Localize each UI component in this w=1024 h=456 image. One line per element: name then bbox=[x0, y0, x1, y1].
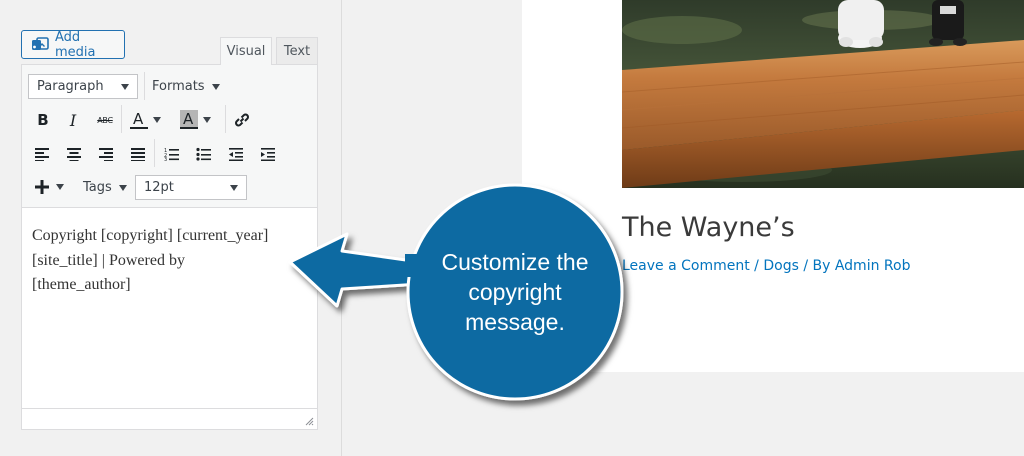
content-line: [site_title] | Powered by bbox=[32, 251, 185, 269]
bulleted-list-icon bbox=[196, 147, 211, 161]
font-size-value: 12pt bbox=[144, 180, 174, 195]
plus-icon bbox=[35, 180, 49, 194]
chevron-down-icon bbox=[203, 117, 211, 123]
content-line: Copyright [copyright] [current_year] bbox=[32, 227, 269, 244]
meta-separator: / bbox=[754, 258, 759, 274]
link-icon bbox=[235, 113, 249, 127]
add-media-label: Add media bbox=[55, 29, 96, 60]
chevron-down-icon bbox=[230, 185, 238, 191]
chevron-down-icon bbox=[118, 184, 127, 191]
background-color-icon: A bbox=[180, 110, 198, 129]
tags-menu-button[interactable]: Tags bbox=[83, 175, 127, 200]
toolbar-divider bbox=[225, 105, 226, 133]
background-color-button[interactable]: A bbox=[177, 108, 201, 132]
featured-image bbox=[622, 0, 1024, 188]
justify-icon bbox=[131, 148, 145, 161]
formats-label: Formats bbox=[152, 79, 205, 94]
strikethrough-icon: ABC bbox=[97, 115, 113, 125]
editor-toolbar: Paragraph Formats B I ABC A A 1 2 3 Tags… bbox=[22, 65, 317, 208]
justify-button[interactable] bbox=[126, 142, 150, 166]
leave-comment-link[interactable]: Leave a Comment bbox=[622, 258, 750, 274]
toolbar-divider bbox=[144, 72, 145, 100]
italic-button[interactable]: I bbox=[61, 108, 85, 132]
align-center-button[interactable] bbox=[62, 142, 86, 166]
numbered-list-button[interactable]: 1 2 3 bbox=[160, 142, 184, 166]
chevron-down-icon bbox=[56, 184, 64, 190]
svg-text:3: 3 bbox=[164, 157, 167, 161]
numbered-list-icon: 1 2 3 bbox=[164, 148, 179, 161]
tab-text[interactable]: Text bbox=[276, 37, 318, 65]
font-size-select[interactable]: 12pt bbox=[135, 175, 247, 200]
align-left-button[interactable] bbox=[30, 142, 54, 166]
chevron-down-icon bbox=[211, 83, 220, 90]
align-right-button[interactable] bbox=[94, 142, 118, 166]
align-center-icon bbox=[67, 148, 81, 161]
media-icon bbox=[31, 36, 49, 53]
bulleted-list-button[interactable] bbox=[192, 142, 216, 166]
resize-handle-icon[interactable] bbox=[304, 416, 314, 426]
outdent-button[interactable] bbox=[224, 142, 248, 166]
author-link[interactable]: By Admin Rob bbox=[813, 258, 911, 274]
post-meta: Leave a Comment / Dogs / By Admin Rob bbox=[622, 258, 910, 274]
tab-visual[interactable]: Visual bbox=[220, 37, 272, 65]
editor-panel: Add media Visual Text Paragraph Formats … bbox=[0, 0, 342, 456]
tags-label: Tags bbox=[83, 180, 112, 195]
strikethrough-button[interactable]: ABC bbox=[93, 108, 117, 132]
meta-separator: / bbox=[803, 258, 809, 274]
callout-line: Customize the bbox=[441, 249, 589, 275]
callout-text: Customize the copyright message. bbox=[425, 247, 605, 337]
content-line: [theme_author] bbox=[32, 276, 131, 293]
callout-line: message. bbox=[465, 309, 565, 335]
bold-button[interactable]: B bbox=[31, 108, 55, 132]
indent-icon bbox=[261, 148, 275, 161]
tinymce-editor: Paragraph Formats B I ABC A A 1 2 3 Tags… bbox=[21, 64, 318, 430]
post-title[interactable]: The Wayne’s bbox=[622, 212, 795, 243]
editor-content[interactable]: Copyright [copyright] [current_year] [si… bbox=[22, 209, 317, 408]
category-link[interactable]: Dogs bbox=[763, 258, 799, 274]
text-color-button[interactable]: A bbox=[127, 108, 151, 132]
align-left-icon bbox=[35, 148, 49, 161]
toolbar-divider bbox=[121, 105, 122, 133]
background-color-dropdown[interactable] bbox=[200, 108, 214, 132]
insert-dropdown[interactable] bbox=[53, 175, 67, 199]
svg-text:A: A bbox=[183, 110, 194, 128]
chevron-down-icon bbox=[121, 84, 129, 90]
align-right-icon bbox=[99, 148, 113, 161]
block-format-value: Paragraph bbox=[37, 79, 104, 94]
indent-button[interactable] bbox=[256, 142, 280, 166]
text-color-icon: A bbox=[130, 110, 148, 129]
add-media-button[interactable]: Add media bbox=[21, 29, 125, 60]
insert-button[interactable] bbox=[30, 175, 54, 199]
editor-statusbar bbox=[22, 408, 317, 429]
formats-menu-button[interactable]: Formats bbox=[152, 74, 220, 99]
text-color-dropdown[interactable] bbox=[150, 108, 164, 132]
svg-text:A: A bbox=[133, 110, 144, 128]
bold-icon: B bbox=[37, 111, 49, 129]
toolbar-divider bbox=[154, 139, 155, 167]
block-format-select[interactable]: Paragraph bbox=[28, 74, 138, 99]
insert-link-button[interactable] bbox=[230, 108, 254, 132]
outdent-icon bbox=[229, 148, 243, 161]
italic-icon: I bbox=[69, 110, 77, 130]
chevron-down-icon bbox=[153, 117, 161, 123]
callout-line: copyright bbox=[468, 279, 562, 305]
